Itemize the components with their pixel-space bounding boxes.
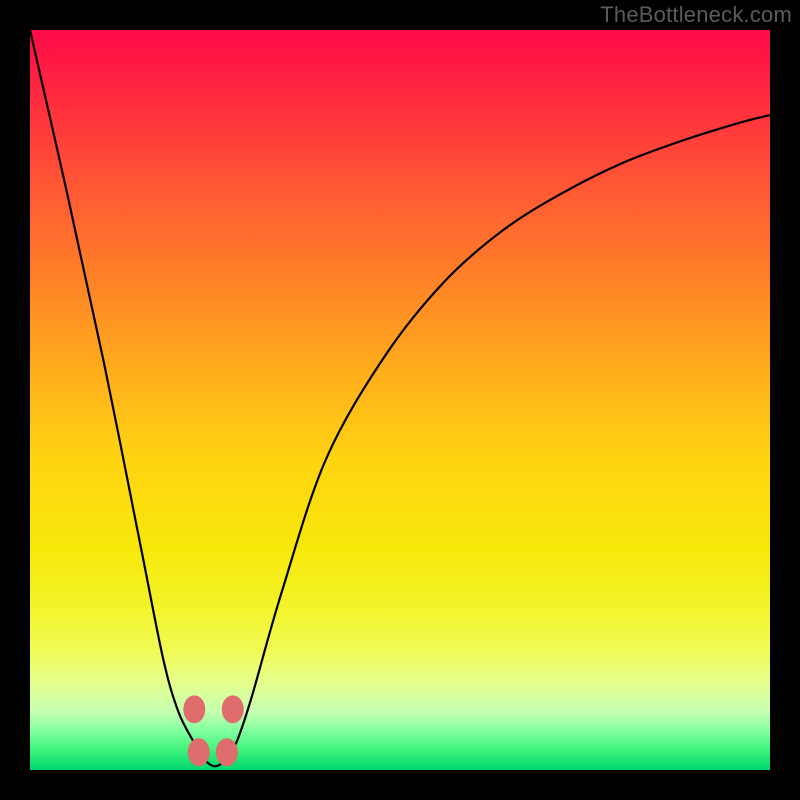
plot-area xyxy=(30,30,770,770)
bottleneck-curve xyxy=(30,30,770,766)
curve-dot xyxy=(183,695,205,723)
curve-dots xyxy=(183,695,243,766)
curve-svg xyxy=(30,30,770,770)
curve-dot xyxy=(222,695,244,723)
curve-dot xyxy=(216,738,238,766)
chart-frame: TheBottleneck.com xyxy=(0,0,800,800)
watermark-text: TheBottleneck.com xyxy=(600,2,792,28)
curve-dot xyxy=(188,738,210,766)
